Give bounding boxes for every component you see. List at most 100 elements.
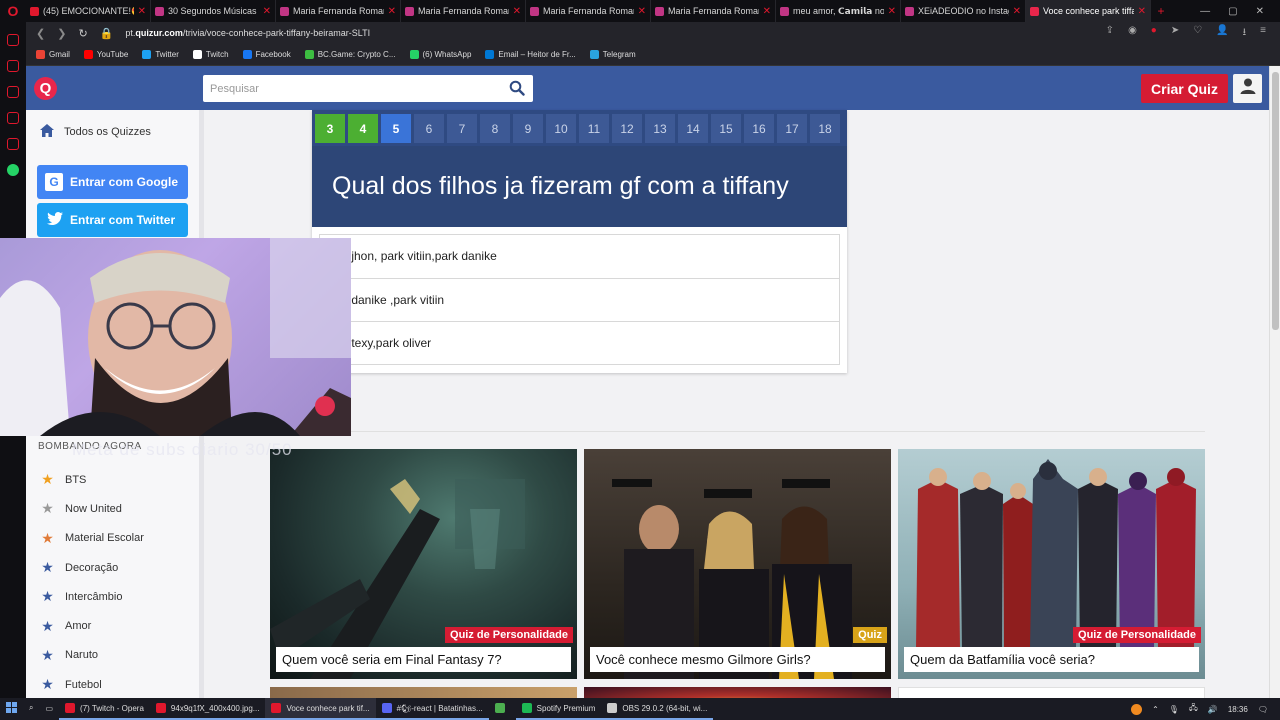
back-icon[interactable]: ❮ [36, 27, 45, 40]
trending-category-item[interactable]: ★ Naruto [40, 641, 144, 670]
browser-tab[interactable]: (45) EMOCIONANTE!😍 C ✕ [26, 0, 151, 22]
close-tab-icon[interactable]: ✕ [138, 6, 146, 17]
close-tab-icon[interactable]: ✕ [888, 6, 896, 17]
taskbar-app[interactable]: #🐿-react | Batatinhas... [375, 698, 489, 720]
question-number-button[interactable]: 8 [480, 114, 510, 143]
start-button[interactable] [0, 698, 23, 720]
volume-icon[interactable]: 🔊 [1208, 705, 1218, 714]
reload-icon[interactable]: ↻ [78, 27, 87, 40]
answer-option[interactable]: k jhon, park vitiin,park danike [319, 234, 840, 278]
trending-category-item[interactable]: ★ Amor [40, 611, 144, 640]
trending-category-item[interactable]: ★ BTS [40, 465, 144, 494]
send-icon[interactable]: ➤ [1171, 25, 1179, 42]
new-tab-icon[interactable]: + [1151, 4, 1171, 18]
bookmark-item[interactable]: Twitter [142, 50, 179, 59]
browser-tab[interactable]: Voce conhece park tiffany ✕ [1026, 0, 1151, 22]
task-view-button[interactable]: ▭ [39, 698, 59, 720]
create-quiz-button[interactable]: Criar Quiz [1141, 74, 1228, 103]
bookmark-item[interactable]: YouTube [83, 50, 128, 59]
close-tab-icon[interactable]: ✕ [1138, 6, 1146, 17]
twitch-icon[interactable] [7, 112, 19, 124]
opera-logo-icon[interactable]: O [0, 0, 26, 22]
question-number-button[interactable]: 18 [810, 114, 840, 143]
minimize-icon[interactable]: — [1200, 6, 1210, 17]
quiz-card-batfamily[interactable]: Quiz de Personalidade Quem da Batfamília… [898, 449, 1205, 679]
question-number-button[interactable]: 4 [348, 114, 378, 143]
games-icon[interactable] [7, 34, 19, 46]
browser-tab[interactable]: meu amor, 𝗖𝗮𝗺𝗶𝗹𝗮 no Ins ✕ [776, 0, 901, 22]
taskbar-search-button[interactable]: ⌕ [23, 698, 39, 720]
trending-category-item[interactable]: ★ Intercâmbio [40, 582, 144, 611]
card-title[interactable]: Quem da Batfamília você seria? [904, 647, 1199, 672]
answer-option[interactable]: k danike ,park vitiin [319, 277, 840, 321]
question-number-button[interactable]: 9 [513, 114, 543, 143]
quiz-card-next-row[interactable] [584, 687, 891, 698]
twitter-login-button[interactable]: Entrar com Twitter [37, 203, 188, 237]
quiz-card-final-fantasy[interactable]: Quiz de Personalidade Quem você seria em… [270, 449, 577, 679]
answer-option[interactable]: k texy,park oliver [319, 321, 840, 365]
quiz-card-next-row[interactable] [898, 687, 1205, 698]
page-scrollbar[interactable] [1269, 66, 1280, 698]
question-number-button[interactable]: 7 [447, 114, 477, 143]
heart-icon[interactable]: ♡ [1193, 25, 1202, 42]
close-tab-icon[interactable]: ✕ [763, 6, 771, 17]
question-number-button[interactable]: 6 [414, 114, 444, 143]
scrollbar-thumb[interactable] [1272, 72, 1279, 330]
question-number-button[interactable]: 3 [315, 114, 345, 143]
browser-tab[interactable]: Maria Fernanda Romanel ✕ [276, 0, 401, 22]
search-icon[interactable] [509, 80, 525, 101]
forward-icon[interactable]: ❯ [57, 27, 66, 40]
network-icon[interactable]: 🖧 [1189, 702, 1198, 716]
close-tab-icon[interactable]: ✕ [513, 6, 521, 17]
bookmark-item[interactable]: (6) WhatsApp [409, 50, 471, 59]
microphone-icon[interactable]: 🎙 [1169, 705, 1179, 714]
bookmark-item[interactable]: Gmail [36, 50, 70, 59]
quizur-logo[interactable]: Q [34, 77, 57, 100]
close-tab-icon[interactable]: ✕ [388, 6, 396, 17]
share-icon[interactable]: ⇪ [1106, 25, 1114, 42]
search-input[interactable] [210, 82, 500, 95]
quiz-card-gilmore-girls[interactable]: Quiz Você conhece mesmo Gilmore Girls? [584, 449, 891, 679]
maximize-icon[interactable]: ▢ [1228, 6, 1237, 17]
browser-tab[interactable]: Maria Fernanda Romanel ✕ [526, 0, 651, 22]
bookmark-item[interactable]: Email – Heitor de Fr... [485, 50, 576, 59]
weather-icon[interactable] [1131, 703, 1143, 715]
instagram-icon[interactable] [7, 138, 19, 150]
taskbar-app[interactable]: (7) Twitch - Opera [59, 698, 150, 720]
whatsapp-icon[interactable] [7, 164, 19, 176]
taskbar-app[interactable]: OBS 29.0.2 (64-bit, wi... [601, 698, 714, 720]
browser-tab[interactable]: Maria Fernanda Romanel ✕ [651, 0, 776, 22]
taskbar-app[interactable]: Spotify Premium [515, 698, 602, 720]
camera-icon[interactable]: ◉ [1128, 25, 1137, 42]
close-tab-icon[interactable]: ✕ [1013, 6, 1021, 17]
question-number-button[interactable]: 5 [381, 114, 411, 143]
adblock-icon[interactable]: ● [1151, 25, 1157, 42]
chevron-up-icon[interactable]: ⌃ [1152, 705, 1159, 714]
question-number-button[interactable]: 12 [612, 114, 642, 143]
bookmark-item[interactable]: Telegram [589, 50, 636, 59]
question-number-button[interactable]: 17 [777, 114, 807, 143]
bookmark-item[interactable]: Twitch [192, 50, 229, 59]
google-login-button[interactable]: G Entrar com Google [37, 165, 188, 199]
user-menu-button[interactable] [1233, 74, 1262, 103]
question-number-button[interactable]: 14 [678, 114, 708, 143]
browser-tab[interactable]: 30 Segundos Músicas no ✕ [151, 0, 276, 22]
profile-icon[interactable]: 👤 [1216, 25, 1228, 42]
menu-icon[interactable]: ≡ [1260, 25, 1266, 42]
close-tab-icon[interactable]: ✕ [638, 6, 646, 17]
download-icon[interactable]: ⭳ [1243, 25, 1247, 42]
taskbar-app[interactable]: 94x9q1fX_400x400.jpg... [149, 698, 266, 720]
all-quizzes-link[interactable]: Todos os Quizzes [40, 124, 151, 140]
gx-control-icon[interactable] [7, 60, 19, 72]
url-field[interactable]: pt.quizur.com/trivia/voce-conhece-park-t… [125, 28, 370, 38]
trending-category-item[interactable]: ★ Decoração [40, 553, 144, 582]
clock[interactable]: 18:36 [1228, 705, 1248, 714]
question-number-button[interactable]: 13 [645, 114, 675, 143]
trending-category-item[interactable]: ★ Material Escolar [40, 524, 144, 553]
notifications-icon[interactable]: 🗨 [1258, 705, 1268, 714]
taskbar-app[interactable] [489, 698, 516, 720]
trending-category-item[interactable]: ★ Now United [40, 494, 144, 523]
taskbar-app[interactable]: Voce conhece park tif... [265, 698, 376, 720]
bookmark-item[interactable]: Facebook [242, 50, 291, 59]
bookmark-item[interactable]: BC.Game: Crypto C... [304, 50, 396, 59]
